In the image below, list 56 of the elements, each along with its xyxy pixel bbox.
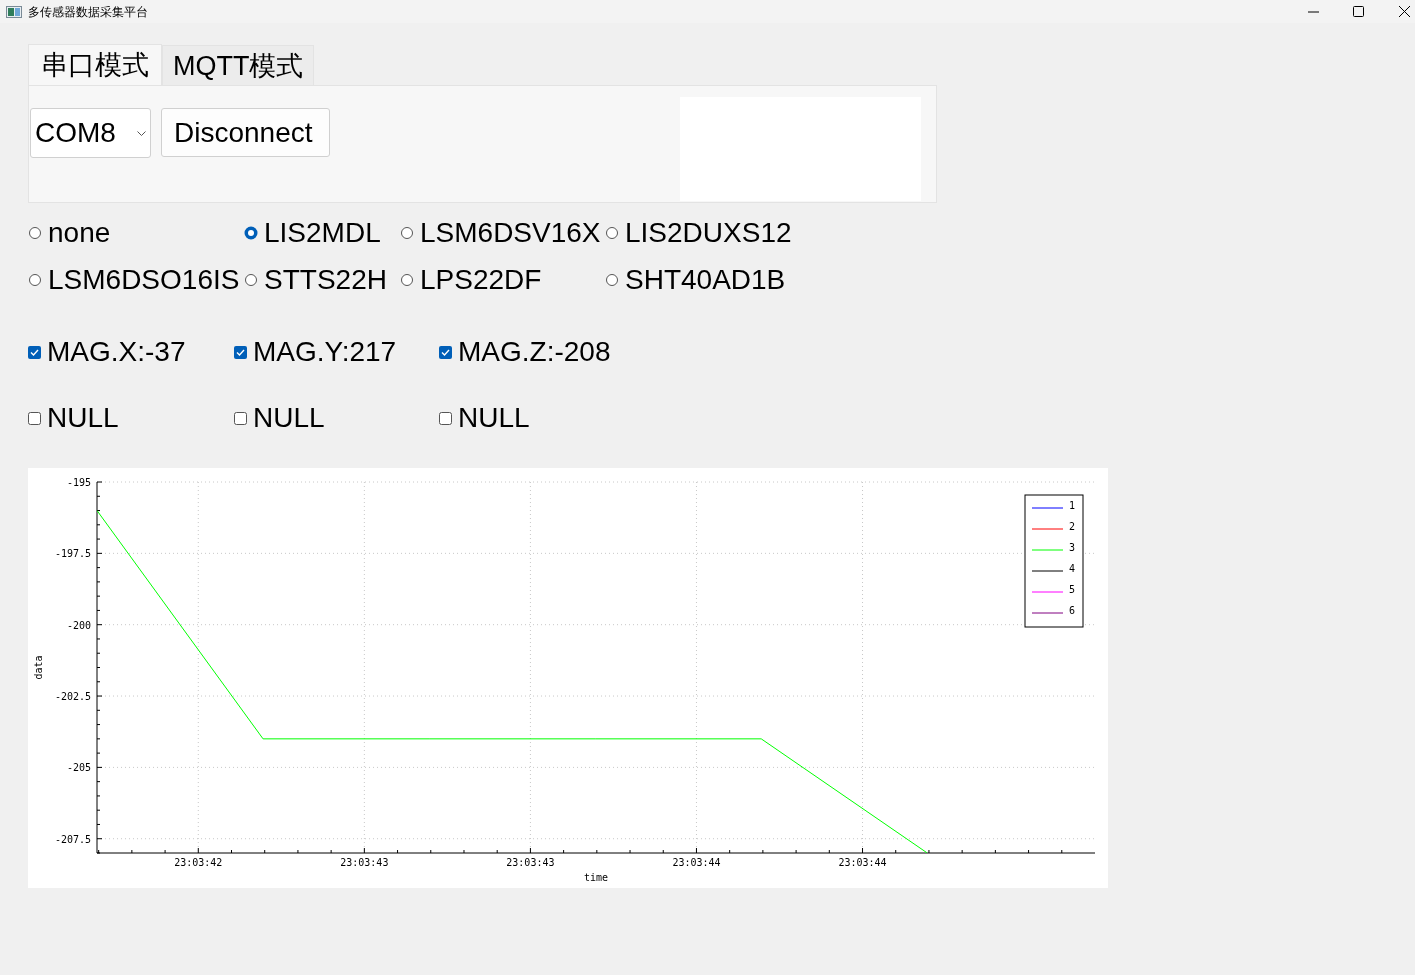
- sensor-label: LPS22DF: [420, 263, 542, 297]
- channel-label: MAG.Z:-208: [458, 335, 611, 369]
- checkbox[interactable]: [234, 345, 247, 359]
- x-tick-label: 23:03:43: [340, 857, 389, 868]
- radio-button[interactable]: [400, 273, 414, 287]
- channel-label: NULL: [253, 401, 325, 435]
- close-icon[interactable]: [1399, 6, 1410, 17]
- x-tick-label: 23:03:43: [506, 857, 555, 868]
- radio-button[interactable]: [605, 226, 619, 240]
- x-tick-label: 23:03:44: [838, 857, 887, 868]
- radio-button[interactable]: [605, 273, 619, 287]
- y-tick-label: -200: [66, 619, 91, 631]
- y-tick-label: -202.5: [54, 691, 91, 703]
- sensor-label: SHT40AD1B: [625, 263, 786, 297]
- x-axis-title: time: [583, 872, 609, 883]
- disconnect-button[interactable]: Disconnect: [161, 108, 330, 157]
- maximize-icon[interactable]: [1353, 6, 1364, 17]
- radio-button[interactable]: [244, 226, 258, 240]
- caret-icon: [137, 130, 146, 136]
- checkbox[interactable]: [28, 411, 41, 425]
- checkbox[interactable]: [234, 411, 247, 425]
- sensor-label: LIS2DUXS12: [625, 216, 792, 250]
- port-dropdown[interactable]: COM8: [30, 108, 151, 158]
- app-icon: [6, 5, 22, 18]
- channel-label: MAG.Y:217: [253, 335, 397, 369]
- legend-label: 1: [1069, 500, 1076, 511]
- x-tick-label: 23:03:42: [174, 857, 223, 868]
- channel-label: MAG.X:-37: [47, 335, 186, 369]
- radio-button[interactable]: [28, 226, 42, 240]
- checkbox[interactable]: [28, 345, 41, 359]
- sensor-label: none: [48, 216, 111, 250]
- y-tick-label: -205: [66, 762, 91, 774]
- sensor-label: LSM6DSO16IS: [48, 263, 240, 297]
- checkbox[interactable]: [439, 345, 452, 359]
- radio-button[interactable]: [400, 226, 414, 240]
- x-tick-label: 23:03:44: [672, 857, 721, 868]
- checkbox[interactable]: [439, 411, 452, 425]
- y-tick-label: -195: [66, 477, 91, 488]
- legend-label: 2: [1069, 521, 1076, 532]
- legend-label: 3: [1069, 542, 1076, 553]
- tab[interactable]: MQTT模式: [162, 45, 315, 85]
- legend-label: 6: [1069, 605, 1076, 616]
- channel-label: NULL: [47, 401, 119, 435]
- radio-button[interactable]: [244, 273, 258, 287]
- tab[interactable]: 串口模式: [28, 44, 162, 85]
- y-axis-title: data: [33, 655, 44, 680]
- legend-label: 5: [1069, 584, 1076, 595]
- sensor-label: LSM6DSV16X: [420, 216, 601, 250]
- y-tick-label: -197.5: [54, 548, 91, 560]
- y-tick-label: -207.5: [54, 833, 91, 845]
- channel-label: NULL: [458, 401, 530, 435]
- sensor-label: LIS2MDL: [264, 216, 381, 250]
- radio-button[interactable]: [28, 273, 42, 287]
- window-title: 多传感器数据采集平台: [28, 3, 148, 21]
- sensor-label: STTS22H: [264, 263, 387, 297]
- legend-label: 4: [1069, 563, 1076, 574]
